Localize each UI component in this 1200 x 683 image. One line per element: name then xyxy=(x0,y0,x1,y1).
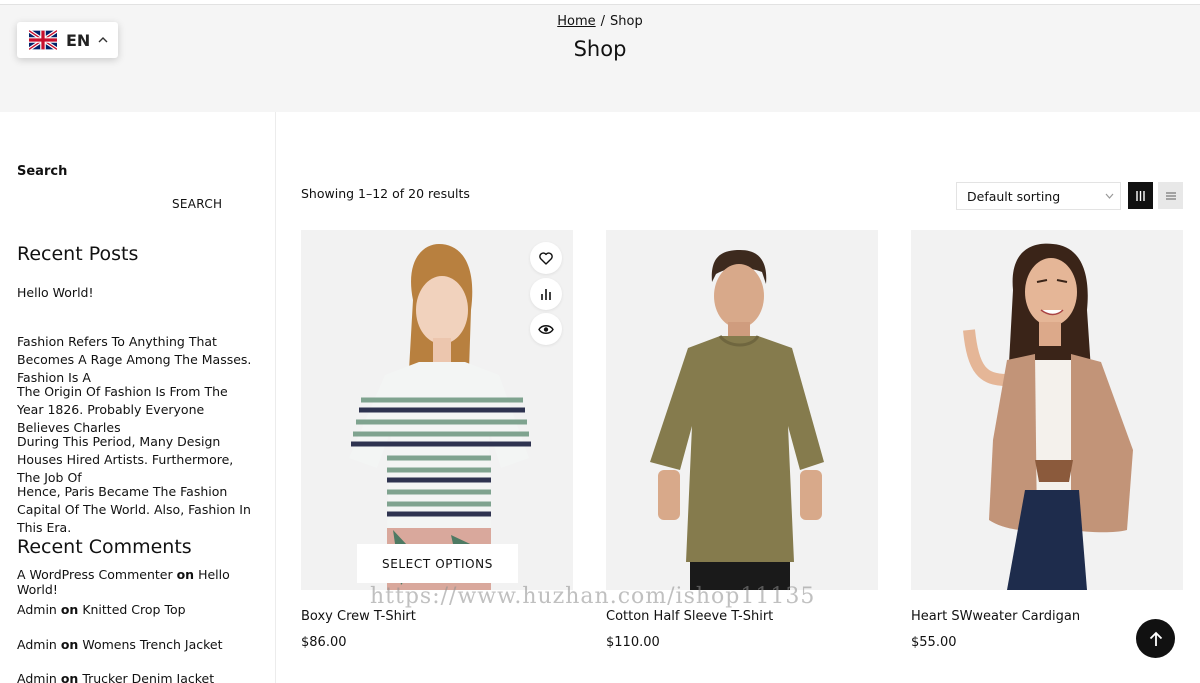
comment-post-link[interactable]: Trucker Denim Jacket xyxy=(82,671,214,683)
recent-comment-item: Admin on Womens Trench Jacket xyxy=(17,637,267,652)
search-button[interactable]: SEARCH xyxy=(172,197,222,211)
chevron-up-icon xyxy=(98,37,108,43)
recent-comment-item: Admin on Knitted Crop Top xyxy=(17,602,267,617)
sort-select[interactable]: Default sorting xyxy=(956,182,1121,210)
eye-icon xyxy=(538,324,554,334)
product-price: $55.00 xyxy=(911,635,957,650)
chevron-down-icon xyxy=(1105,193,1114,199)
sort-selected-value: Default sorting xyxy=(967,188,1061,204)
recent-post-link[interactable]: The Origin Of Fashion Is From The Year 1… xyxy=(17,383,257,437)
grid-view-icon xyxy=(1136,190,1145,201)
model-olive-tshirt-image xyxy=(650,250,824,590)
comment-post-link[interactable]: Womens Trench Jacket xyxy=(82,637,222,652)
comment-author-link[interactable]: Admin xyxy=(17,602,57,617)
page-header: Home / Shop Shop xyxy=(0,5,1200,112)
comment-on-label: on xyxy=(60,637,79,652)
recent-post-link[interactable]: During This Period, Many Design Houses H… xyxy=(17,433,257,487)
product-card[interactable]: Cotton Half Sleeve T-Shirt $110.00 xyxy=(606,230,878,650)
product-name[interactable]: Heart SWweater Cardigan xyxy=(911,609,1080,624)
comment-author-link[interactable]: A WordPress Commenter xyxy=(17,567,173,582)
recent-post-link[interactable]: Hence, Paris Became The Fashion Capital … xyxy=(17,483,257,537)
comment-author-link[interactable]: Admin xyxy=(17,637,57,652)
bar-chart-icon xyxy=(541,289,551,300)
wishlist-button[interactable] xyxy=(530,242,562,274)
page-title: Shop xyxy=(573,37,627,61)
result-count: Showing 1–12 of 20 results xyxy=(301,186,470,201)
watermark-text: https://www.huzhan.com/ishop11135 xyxy=(370,584,816,609)
search-widget-title: Search xyxy=(17,164,68,179)
breadcrumb-current: Shop xyxy=(610,14,643,29)
arrow-up-icon xyxy=(1149,631,1162,646)
language-switcher[interactable]: EN xyxy=(17,22,118,58)
recent-post-link[interactable]: Hello World! xyxy=(17,284,257,302)
product-name[interactable]: Cotton Half Sleeve T-Shirt xyxy=(606,609,773,624)
model-cardigan-image xyxy=(963,243,1133,590)
recent-comments-title: Recent Comments xyxy=(17,536,192,558)
sidebar: Search SEARCH Recent Posts Hello World! … xyxy=(0,112,276,683)
breadcrumb: Home / Shop xyxy=(0,14,1200,29)
product-name[interactable]: Boxy Crew T-Shirt xyxy=(301,609,416,624)
recent-comment-item: A WordPress Commenter on Hello World! xyxy=(17,567,267,597)
quick-view-button[interactable] xyxy=(530,313,562,345)
product-image[interactable] xyxy=(911,230,1183,590)
product-image[interactable] xyxy=(606,230,878,590)
language-code: EN xyxy=(66,30,91,50)
comment-on-label: on xyxy=(60,671,79,683)
recent-post-link[interactable]: Fashion Refers To Anything That Becomes … xyxy=(17,333,257,387)
comment-post-link[interactable]: Knitted Crop Top xyxy=(82,602,185,617)
product-image[interactable]: SELECT OPTIONS xyxy=(301,230,573,590)
heart-icon xyxy=(539,251,553,265)
comment-on-label: on xyxy=(60,602,79,617)
comment-on-label: on xyxy=(176,567,195,582)
recent-comment-item: Admin on Trucker Denim Jacket xyxy=(17,671,267,683)
comment-author-link[interactable]: Admin xyxy=(17,671,57,683)
product-price: $110.00 xyxy=(606,635,660,650)
product-card[interactable]: Heart SWweater Cardigan $55.00 xyxy=(911,230,1183,650)
recent-posts-title: Recent Posts xyxy=(17,243,139,265)
product-price: $86.00 xyxy=(301,635,347,650)
grid-view-button[interactable] xyxy=(1128,182,1153,209)
uk-flag-icon xyxy=(29,30,57,50)
list-view-button[interactable] xyxy=(1158,182,1183,209)
select-options-button[interactable]: SELECT OPTIONS xyxy=(357,544,518,583)
compare-button[interactable] xyxy=(530,278,562,310)
scroll-to-top-button[interactable] xyxy=(1136,619,1175,658)
product-card[interactable]: SELECT OPTIONS Boxy Crew T-Shirt $86.00 xyxy=(301,230,573,650)
list-view-icon xyxy=(1165,191,1176,200)
breadcrumb-separator: / xyxy=(600,14,606,29)
breadcrumb-home-link[interactable]: Home xyxy=(557,14,595,29)
